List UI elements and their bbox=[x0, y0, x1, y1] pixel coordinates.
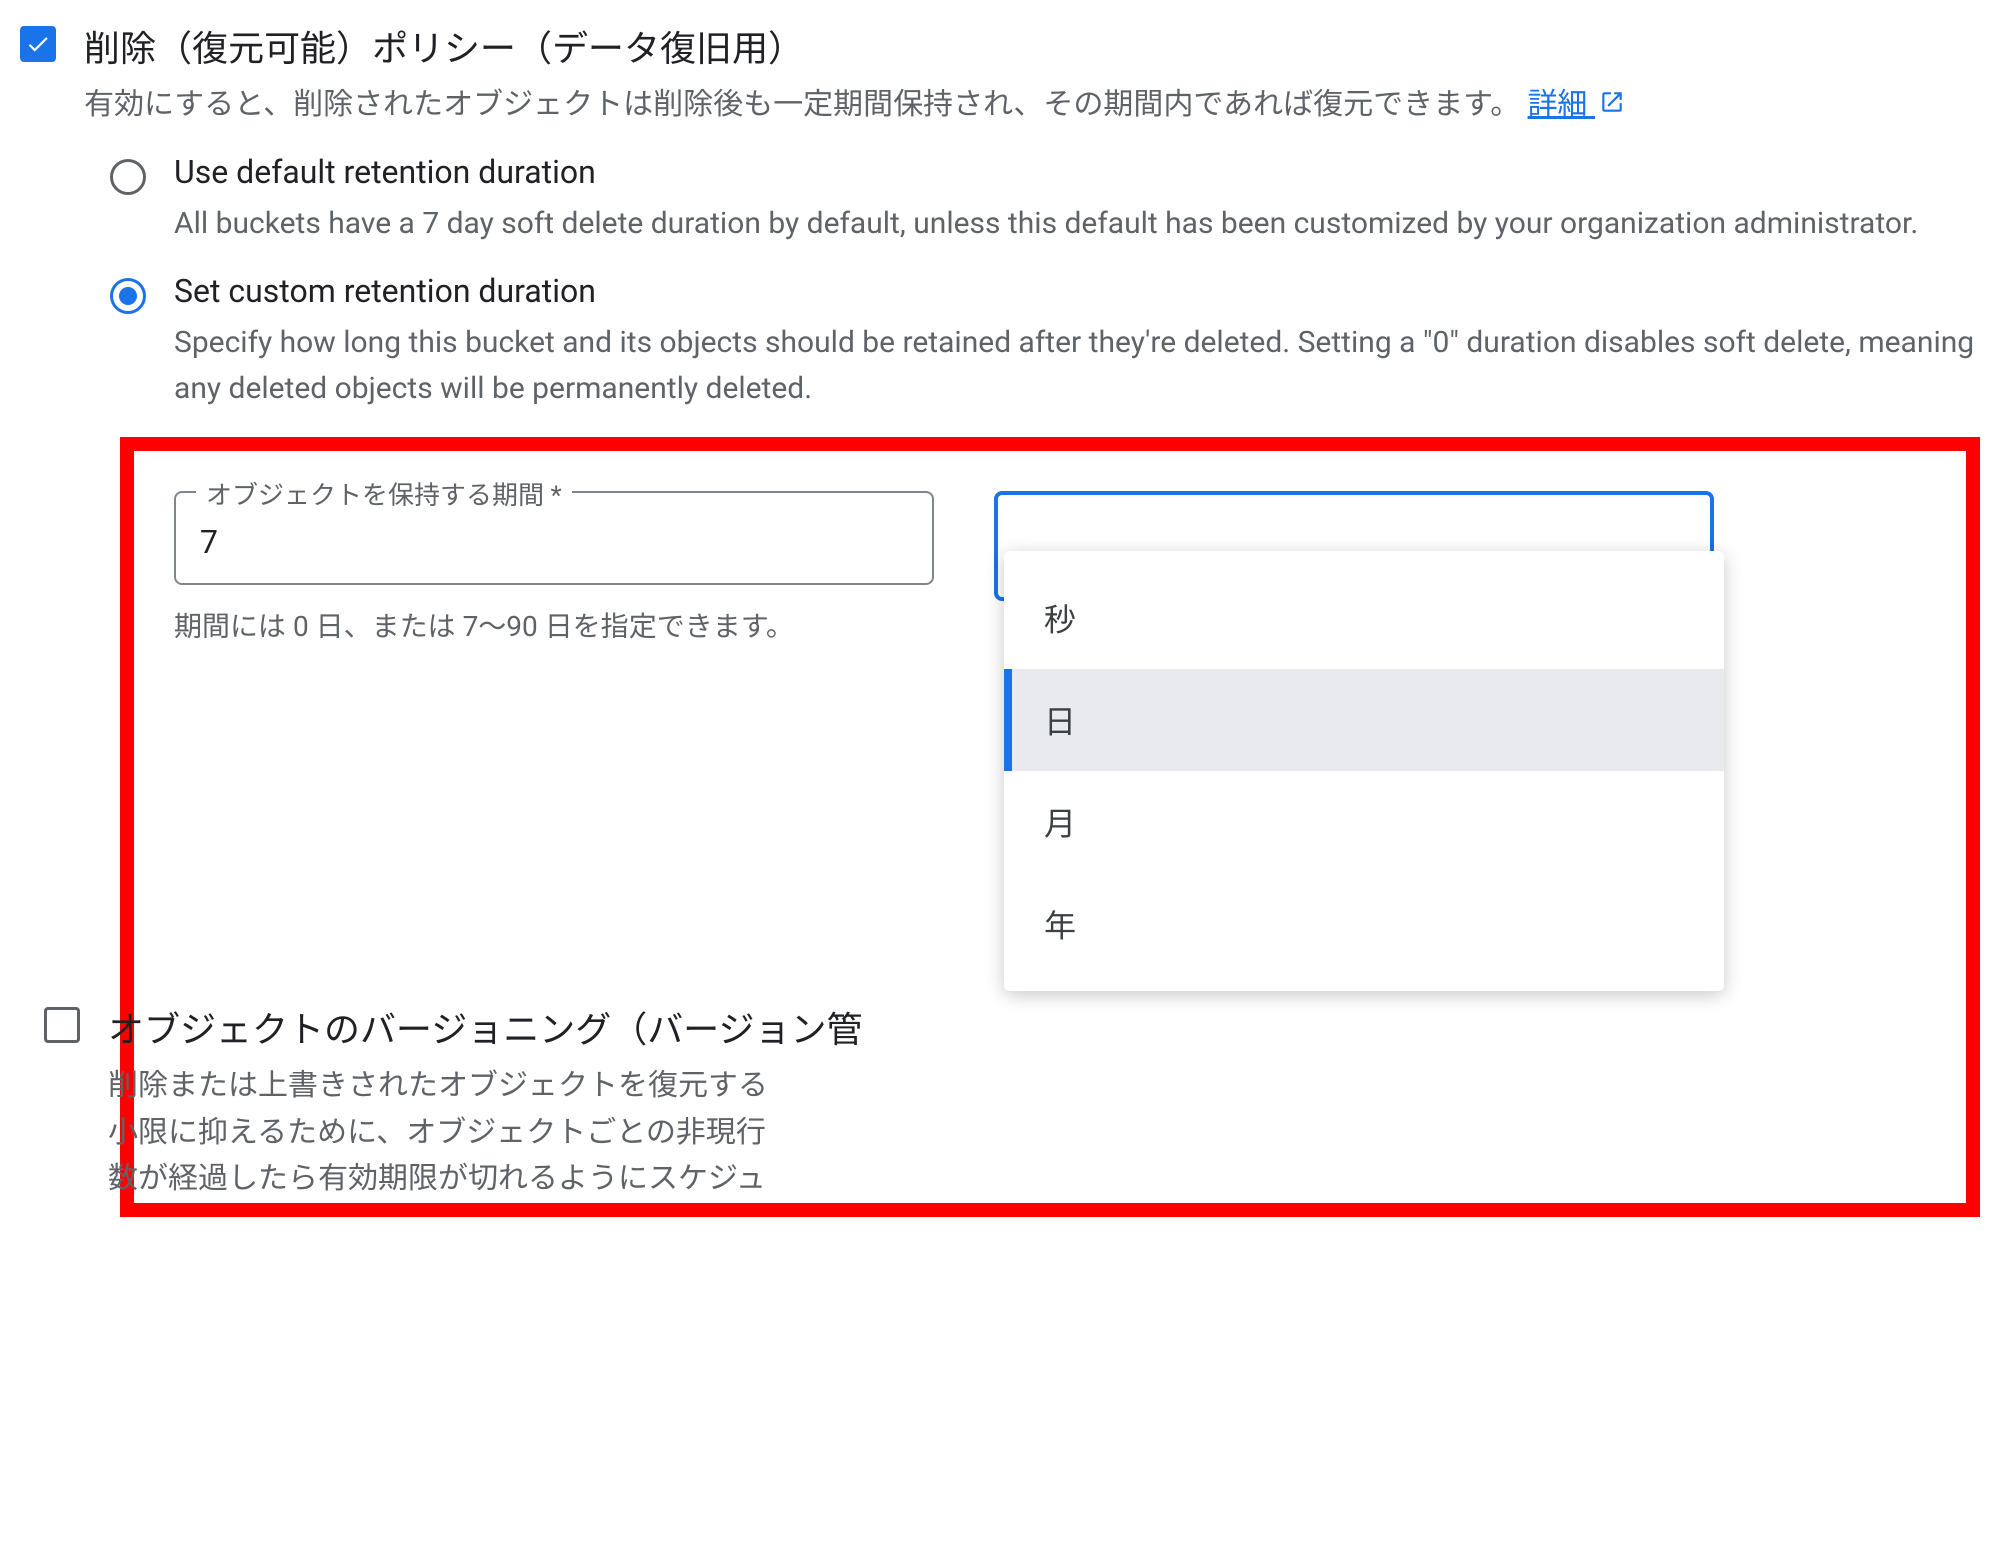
soft-delete-checkbox[interactable] bbox=[20, 26, 56, 62]
check-icon bbox=[25, 31, 51, 57]
unit-option-days[interactable]: 日 bbox=[1004, 669, 1724, 771]
soft-delete-desc: 有効にすると、削除されたオブジェクトは削除後も一定期間保持され、その期間内であれ… bbox=[84, 82, 1980, 129]
duration-field-label: オブジェクトを保持する期間 * bbox=[196, 475, 572, 512]
custom-retention-radio[interactable] bbox=[110, 278, 146, 314]
default-retention-desc: All buckets have a 7 day soft delete dur… bbox=[174, 201, 1980, 248]
custom-retention-desc: Specify how long this bucket and its obj… bbox=[174, 320, 1980, 413]
retention-duration-field[interactable]: オブジェクトを保持する期間 * 7 bbox=[174, 491, 934, 585]
duration-field-value: 7 bbox=[200, 523, 908, 561]
default-retention-radio[interactable] bbox=[110, 159, 146, 195]
unit-option-seconds[interactable]: 秒 bbox=[1004, 567, 1724, 669]
versioning-desc: 削除または上書きされたオブジェクトを復元する 小限に抑えるために、オブジェクトご… bbox=[108, 1063, 1926, 1203]
soft-delete-title: 削除（復元可能）ポリシー（データ復旧用） bbox=[84, 20, 1980, 72]
unit-dropdown: 秒 日 月 年 bbox=[1004, 551, 1724, 991]
external-link-icon bbox=[1599, 83, 1625, 130]
learn-more-link[interactable]: 詳細 bbox=[1528, 87, 1625, 122]
versioning-title: オブジェクトのバージョニング（バージョン管 bbox=[108, 1001, 1926, 1053]
unit-option-years[interactable]: 年 bbox=[1004, 873, 1724, 975]
highlight-annotation: オブジェクトを保持する期間 * 7 期間には 0 日、または 7～90 日を指定… bbox=[120, 437, 1980, 1217]
unit-option-months[interactable]: 月 bbox=[1004, 771, 1724, 873]
default-retention-label: Use default retention duration bbox=[174, 153, 1980, 191]
versioning-checkbox[interactable] bbox=[44, 1007, 80, 1043]
custom-retention-label: Set custom retention duration bbox=[174, 272, 1980, 310]
duration-field-helper: 期間には 0 日、または 7～90 日を指定できます。 bbox=[174, 605, 814, 648]
